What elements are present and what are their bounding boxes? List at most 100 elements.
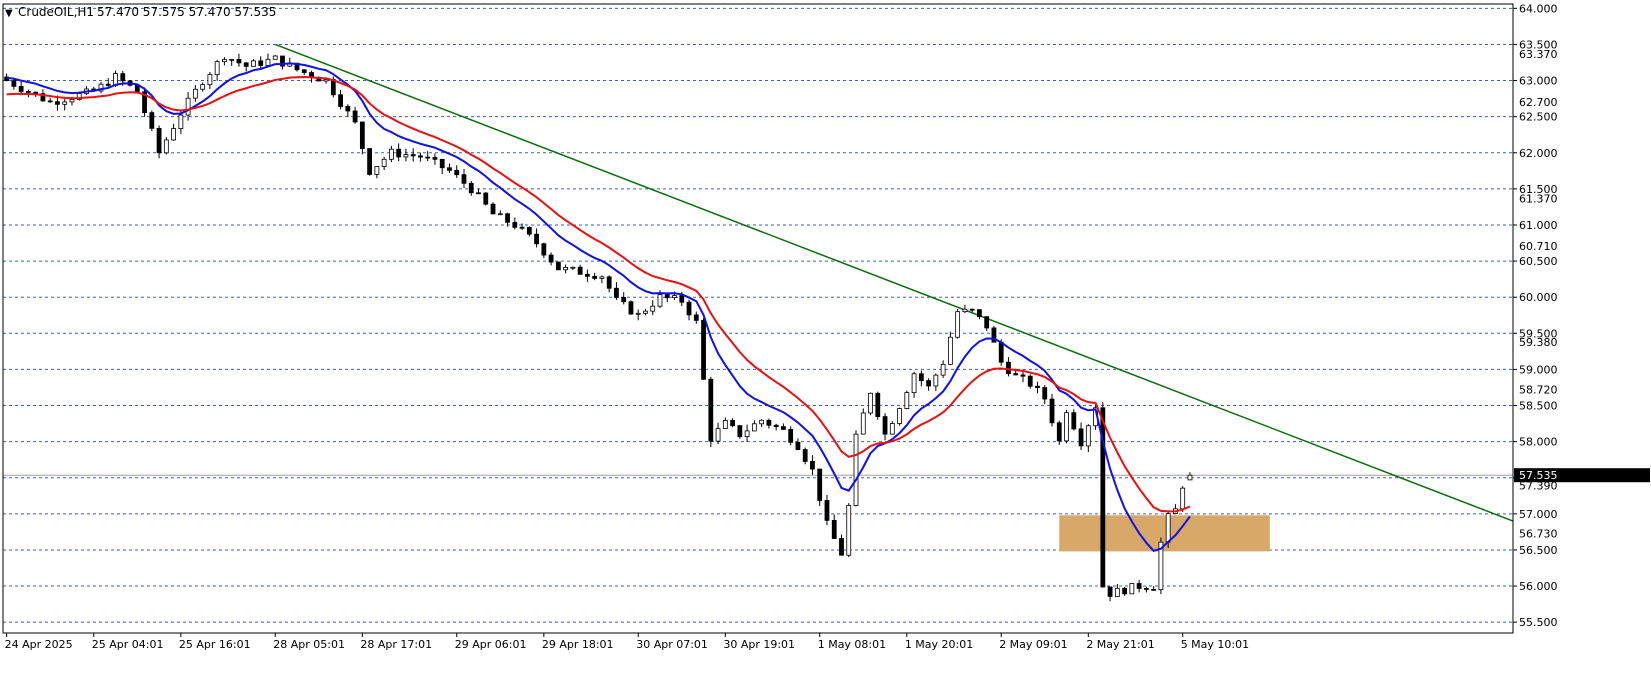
candle-body-down [926, 380, 931, 387]
chart-root[interactable]: 64.000 63.500 63.000 62.500 62.000 61.500 61.0… [0, 0, 1651, 687]
candle-body-down [47, 100, 53, 103]
price-tick-label: 63.370 [1519, 48, 1558, 61]
time-label: 28 Apr 05:01 [273, 638, 345, 651]
candle [490, 202, 496, 215]
candle-body-up [222, 59, 227, 63]
price-tick-label: 62.700 [1519, 96, 1558, 109]
time-label: 2 May 09:01 [999, 638, 1067, 651]
candle-body-up [185, 97, 191, 116]
candle-body-down [338, 94, 343, 107]
candle-body-down [984, 316, 990, 329]
time-label: 29 Apr 18:01 [542, 638, 614, 651]
candle [868, 392, 873, 416]
candle-body-down [824, 500, 830, 521]
candle-body-down [577, 266, 583, 275]
candle-body-up [889, 423, 895, 435]
candle-body-down [345, 106, 351, 112]
candle-body-down [505, 213, 510, 223]
candle-body-down [1143, 588, 1149, 590]
candle-body-down [831, 519, 837, 539]
candle-body-up [403, 154, 409, 158]
candle-body-down [606, 276, 612, 289]
candle-body-up [846, 505, 852, 556]
price-label: 63.000 [1519, 75, 1558, 88]
candle-body-down [55, 101, 60, 105]
candle [628, 300, 634, 315]
candle-body-down [614, 287, 619, 298]
candle-body-up [381, 158, 387, 167]
candle-body-up [163, 139, 169, 154]
candle-body-down [526, 227, 532, 235]
price-tick-label: 60.710 [1519, 240, 1558, 253]
price-label: 57.000 [1519, 508, 1558, 521]
candle-body-down [795, 441, 801, 450]
price-label: 58.000 [1519, 436, 1558, 449]
ohlc-values: 57.470 57.575 57.470 57.535 [97, 5, 276, 19]
candle-body-down [11, 80, 17, 87]
candle-body-down [810, 461, 815, 470]
candle-body-down [454, 169, 460, 176]
chart-background [0, 0, 1651, 687]
candle-body-down [468, 182, 474, 194]
price-chart[interactable]: 64.00063.50063.00062.50062.00061.50061.0… [0, 0, 1651, 687]
candle [955, 308, 961, 339]
candle-body-down [120, 73, 126, 82]
candle-body-down [483, 192, 489, 205]
candle [555, 261, 561, 271]
candle-body-up [388, 148, 394, 160]
price-label: 61.000 [1519, 219, 1558, 232]
candle-body-up [897, 408, 902, 424]
candle-body-down [1122, 587, 1128, 595]
candle-body-down [693, 314, 699, 321]
price-label: 56.000 [1519, 580, 1558, 593]
candle-body-down [243, 62, 249, 67]
chart-header: ▼ CrudeOIL,H1 57.470 57.575 57.470 57.53… [5, 5, 276, 19]
candle-body-up [643, 310, 648, 314]
price-label: 56.500 [1519, 544, 1558, 557]
current-price-label: 57.535 [1519, 469, 1558, 482]
candle-body-up [650, 305, 656, 312]
candle [701, 317, 706, 380]
candle-body-down [802, 449, 808, 462]
candle-body-up [207, 74, 213, 86]
candle-body-down [686, 301, 692, 316]
candle-body-down [18, 85, 24, 92]
candle-body-up [722, 420, 728, 429]
candle [1129, 583, 1135, 595]
candle-body-down [1107, 586, 1113, 597]
candle-body-down [730, 420, 735, 427]
candle-body-down [236, 58, 242, 64]
candle-body-up [933, 374, 939, 387]
time-label: 28 Apr 17:01 [360, 638, 432, 651]
candle-body-up [200, 84, 206, 90]
candle-body-down [788, 429, 794, 443]
candle [1071, 409, 1077, 431]
candle [163, 137, 169, 155]
candle [149, 110, 155, 132]
candle-body-down [555, 261, 561, 271]
candle-body-down [301, 69, 307, 73]
candle-body-up [853, 433, 859, 506]
candle-body-up [635, 312, 641, 315]
candle-body-down [541, 243, 547, 256]
candle-body-up [868, 392, 873, 414]
price-label: 58.500 [1519, 400, 1558, 413]
candle-body-down [766, 419, 772, 426]
candle [367, 148, 373, 176]
candle-body-down [839, 538, 844, 556]
time-label: 24 Apr 2025 [5, 638, 73, 651]
candle-body-up [272, 55, 278, 60]
candle-body-down [432, 157, 438, 160]
candle-body-up [940, 363, 946, 376]
candle-body-up [1129, 583, 1135, 595]
candle-body-up [563, 267, 569, 271]
candle [483, 191, 489, 206]
candle-body-down [26, 91, 31, 93]
candle-body-up [570, 266, 576, 269]
candle-body-up [672, 295, 677, 299]
candle-body-up [947, 336, 953, 365]
candle-body-up [265, 58, 271, 66]
candle-body-up [657, 294, 663, 307]
candle-body-up [62, 101, 68, 105]
menu-arrow-icon[interactable]: ▼ [5, 8, 13, 19]
